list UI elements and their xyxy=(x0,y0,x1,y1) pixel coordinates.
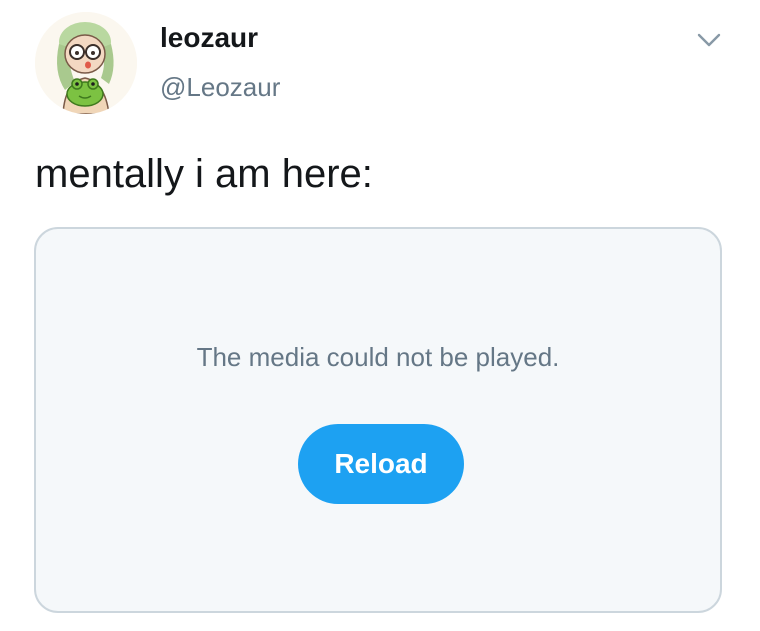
avatar-illustration-icon xyxy=(35,12,137,114)
tweet-header: leozaur @Leozaur xyxy=(35,12,725,114)
tweet-menu-button[interactable] xyxy=(695,26,723,54)
author-handle[interactable]: @Leozaur xyxy=(160,72,280,103)
avatar[interactable] xyxy=(35,12,137,114)
media-error-message: The media could not be played. xyxy=(196,342,560,372)
media-card: The media could not be played. Reload xyxy=(34,227,722,613)
reload-button[interactable]: Reload xyxy=(298,424,464,504)
tweet-text: mentally i am here: xyxy=(35,152,373,196)
author-display-name[interactable]: leozaur xyxy=(160,22,258,54)
chevron-down-icon xyxy=(697,33,721,47)
